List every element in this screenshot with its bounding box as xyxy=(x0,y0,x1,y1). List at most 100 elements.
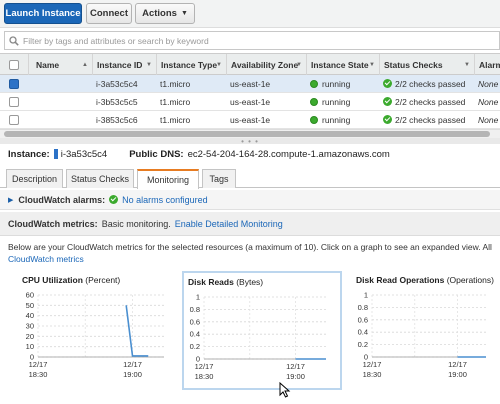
tab-monitoring-label: Monitoring xyxy=(146,175,190,185)
drag-handle-icon: • • • xyxy=(241,136,259,146)
x-tick-label: 19:00 xyxy=(123,370,142,379)
column-header-instance-type[interactable]: Instance Type ▼ xyxy=(156,54,226,75)
x-tick-label: 12/17 xyxy=(448,360,467,369)
cell-instance-type: t1.micro xyxy=(160,96,191,107)
tab-status-checks[interactable]: Status Checks xyxy=(66,169,134,188)
cell-instance-id: i-3a53c5c4 xyxy=(96,78,138,89)
cell-instance-type: t1.micro xyxy=(160,114,191,125)
chart-plot: 00.20.40.60.8112/1718:3012/1719:00 xyxy=(358,291,486,379)
column-header-status-checks[interactable]: Status Checks ▼ xyxy=(379,54,474,75)
chart-unit-text: (Percent) xyxy=(85,275,121,285)
sort-icon: ▼ xyxy=(146,61,152,68)
running-status-icon xyxy=(310,115,318,124)
cell-alarm: None xyxy=(478,114,499,125)
y-tick-label: 1 xyxy=(196,293,200,302)
y-tick-label: 40 xyxy=(26,311,34,320)
launch-instance-button[interactable]: Launch Instance xyxy=(4,3,82,24)
cell-alarm: None xyxy=(478,96,499,107)
y-tick-label: 60 xyxy=(26,291,34,300)
cell-status-checks: 2/2 checks passed xyxy=(379,111,474,128)
select-all-checkbox[interactable] xyxy=(9,59,19,70)
table-header: Name ▲ Instance ID ▼ Instance Type ▼ Ava… xyxy=(0,53,500,75)
launch-instance-label: Launch Instance xyxy=(5,8,81,19)
y-tick-label: 30 xyxy=(26,322,34,331)
y-tick-label: 0.8 xyxy=(190,305,200,314)
actions-dropdown-button[interactable]: Actions ▼ xyxy=(135,3,195,24)
row-checkbox-cell xyxy=(0,111,28,128)
x-tick-label: 18:30 xyxy=(363,370,382,379)
pane-splitter-handle[interactable]: • • • xyxy=(0,136,500,146)
row-checkbox[interactable] xyxy=(9,114,19,125)
select-all-checkbox-cell xyxy=(0,54,28,75)
cell-name xyxy=(28,75,92,92)
cloudwatch-metrics-bar: CloudWatch metrics: Basic monitoring. En… xyxy=(0,212,500,236)
column-header-alarm[interactable]: Alarm xyxy=(474,54,500,75)
cell-instance-id: i-3853c5c6 xyxy=(96,114,138,125)
series-line xyxy=(125,305,149,357)
row-checkbox[interactable] xyxy=(9,96,19,107)
cell-alarm: None xyxy=(478,78,499,89)
running-status-icon xyxy=(310,79,318,88)
tab-monitoring[interactable]: Monitoring xyxy=(137,169,199,189)
y-tick-label: 0.4 xyxy=(358,328,368,337)
chart-disk-reads[interactable]: Disk Reads (Bytes) 0 0.2 0.4 0.6 0.8 1 12/17 18… xyxy=(182,271,342,390)
y-tick-label: 50 xyxy=(26,301,34,310)
cell-instance-state: running xyxy=(306,75,379,92)
metrics-note: Below are your CloudWatch metrics for th… xyxy=(8,241,500,265)
column-header-status-checks-label: Status Checks xyxy=(384,59,443,70)
table-row[interactable]: i-3b53c5c5 t1.micro us-east-1e running 2… xyxy=(0,93,500,111)
x-tick-label: 12/17 xyxy=(29,360,48,369)
check-passed-icon xyxy=(109,195,119,204)
tab-tags[interactable]: Tags xyxy=(202,169,236,188)
filter-input[interactable] xyxy=(23,35,483,46)
chart-disk-read-operations[interactable]: Disk Read Operations (Operations) 0 0.2 0.… xyxy=(352,271,500,390)
row-checkbox-cell xyxy=(0,93,28,110)
column-header-availability-zone-label: Availability Zone xyxy=(231,59,299,70)
status-checks-text: 2/2 checks passed xyxy=(395,78,466,89)
chart-unit-text: (Operations) xyxy=(446,275,494,285)
y-tick-label: 0.2 xyxy=(358,340,368,349)
cell-availability-zone: us-east-1e xyxy=(230,114,271,125)
row-checkbox-cell xyxy=(0,75,28,92)
table-row[interactable]: i-3a53c5c4 t1.micro us-east-1e running 2… xyxy=(0,75,500,93)
expand-triangle-icon[interactable]: ▶ xyxy=(8,196,13,204)
chevron-down-icon: ▼ xyxy=(180,10,188,17)
column-header-instance-state[interactable]: Instance State ▼ xyxy=(306,54,379,75)
column-header-instance-state-label: Instance State xyxy=(311,59,369,70)
connect-button[interactable]: Connect xyxy=(86,3,132,24)
table-row[interactable]: i-3853c5c6 t1.micro us-east-1e running 2… xyxy=(0,111,500,129)
tab-description-label: Description xyxy=(11,174,58,184)
column-header-name[interactable]: Name ▲ xyxy=(28,54,92,75)
check-passed-icon xyxy=(383,79,392,88)
public-dns-value: ec2-54-204-164-28.compute-1.amazonaws.co… xyxy=(187,148,390,160)
chart-title: Disk Read Operations (Operations) xyxy=(356,275,494,285)
y-tick-label: 1 xyxy=(364,291,368,300)
no-alarms-link[interactable]: No alarms configured xyxy=(122,195,208,205)
x-tick-label: 12/17 xyxy=(123,360,142,369)
chart-plot: 010203040506012/1718:3012/1719:00 xyxy=(26,291,164,379)
tab-description[interactable]: Description xyxy=(6,169,63,188)
column-header-availability-zone[interactable]: Availability Zone ▼ xyxy=(226,54,306,75)
enable-detailed-monitoring-link[interactable]: Enable Detailed Monitoring xyxy=(175,219,283,229)
y-tick-label: 0.8 xyxy=(358,303,368,312)
x-tick-label: 12/17 xyxy=(363,360,382,369)
status-checks-text: 2/2 checks passed xyxy=(395,96,466,107)
toolbar: Launch Instance Connect Actions ▼ xyxy=(0,0,500,28)
cell-name xyxy=(28,93,92,110)
chart-cpu-utilization[interactable]: CPU Utilization (Percent) 0 10 20 30 40 50 60 1… xyxy=(18,271,178,390)
cell-availability-zone: us-east-1e xyxy=(230,78,271,89)
cloudwatch-alarms-label: CloudWatch alarms: xyxy=(18,194,106,205)
chart-title-text: CPU Utilization xyxy=(22,275,83,285)
cloudwatch-metrics-label: CloudWatch metrics: xyxy=(8,218,98,229)
instance-color-badge xyxy=(53,149,58,159)
cloudwatch-metrics-link[interactable]: CloudWatch metrics xyxy=(8,253,500,265)
actions-label: Actions xyxy=(142,8,177,19)
row-checkbox[interactable] xyxy=(9,78,19,89)
public-dns-label: Public DNS: xyxy=(129,148,184,160)
cell-status-checks: 2/2 checks passed xyxy=(379,93,474,110)
cell-instance-type: t1.micro xyxy=(160,78,191,89)
sort-asc-icon: ▲ xyxy=(82,61,88,68)
x-tick-label: 12/17 xyxy=(286,362,305,371)
chart-title: Disk Reads (Bytes) xyxy=(188,277,263,287)
column-header-instance-id[interactable]: Instance ID ▼ xyxy=(92,54,156,75)
